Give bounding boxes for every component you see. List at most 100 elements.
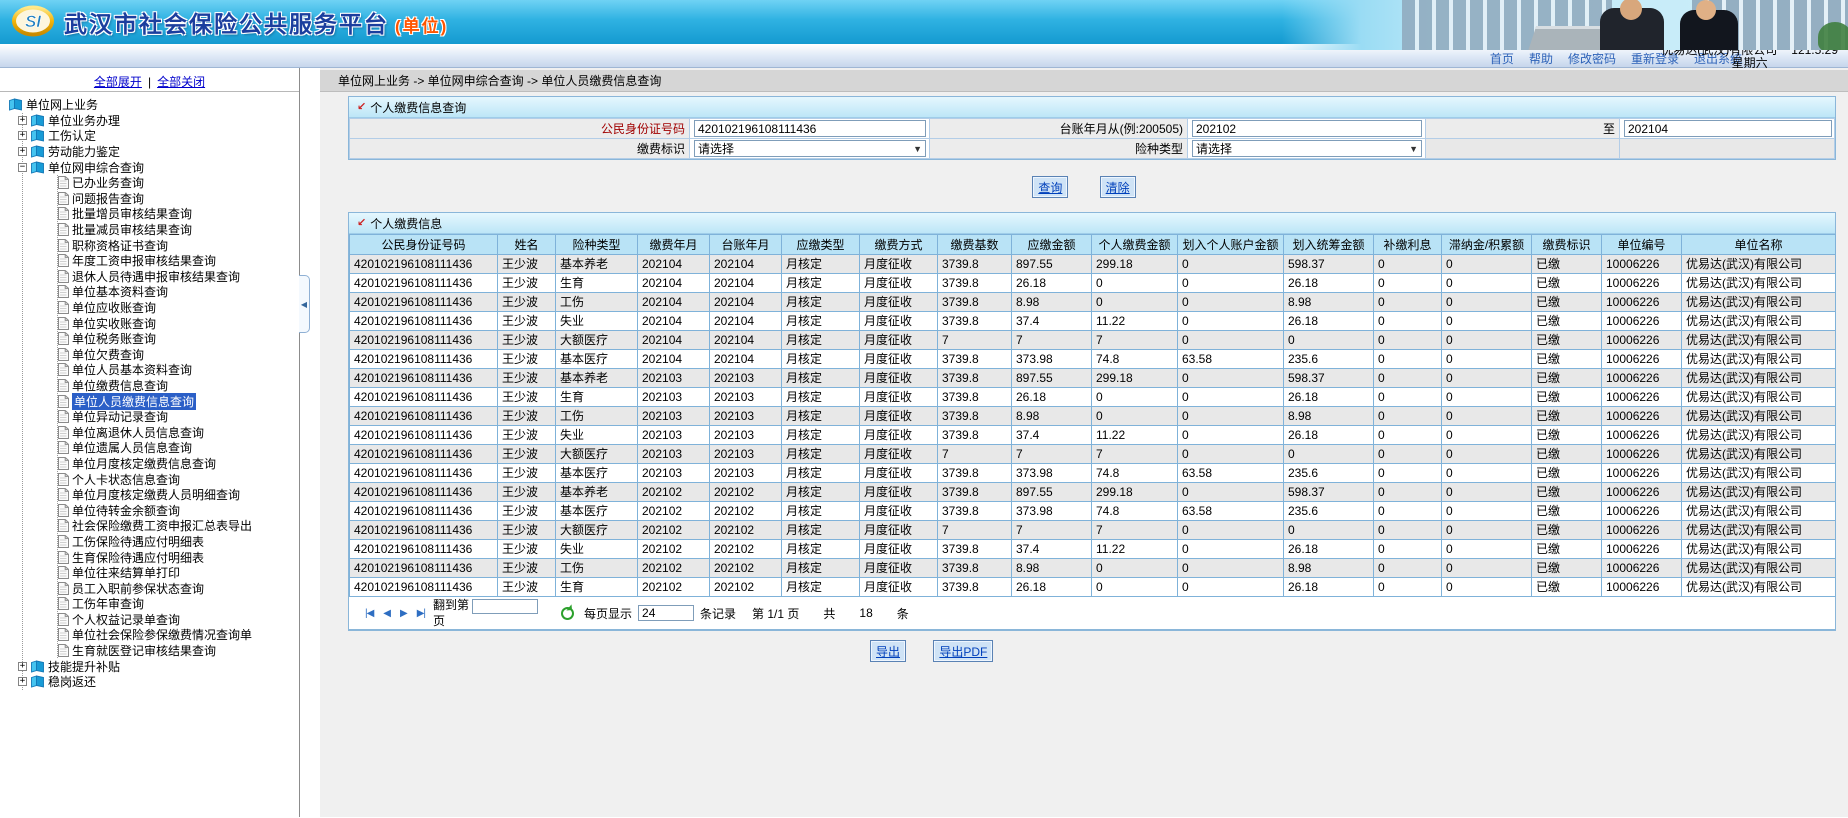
table-cell: 0 xyxy=(1442,388,1532,407)
query-section-header: ↙ 个人缴费信息查询 xyxy=(349,97,1835,118)
table-cell: 420102196108111436 xyxy=(350,331,498,350)
first-page-icon[interactable]: |◀ xyxy=(363,608,375,619)
export-pdf-button[interactable]: 导出PDF xyxy=(933,640,993,662)
table-cell: 26.18 xyxy=(1284,274,1374,293)
table-cell: 已缴 xyxy=(1532,578,1602,597)
next-page-icon[interactable]: ▶ xyxy=(398,608,409,619)
tree-leaf[interactable]: 单位税务账查询 xyxy=(72,330,156,347)
tree-leaf[interactable]: 工伤年审查询 xyxy=(72,595,144,612)
export-button[interactable]: 导出 xyxy=(870,640,906,662)
tree-leaf[interactable]: 批量减员审核结果查询 xyxy=(72,221,192,238)
go-refresh-icon[interactable] xyxy=(561,607,574,620)
tree-leaf[interactable]: 员工入职前参保状态查询 xyxy=(72,580,204,597)
nav-change-password-link[interactable]: 修改密码 xyxy=(1568,50,1616,67)
document-icon xyxy=(58,644,69,657)
expand-node-icon[interactable]: + xyxy=(18,116,27,125)
tree-leaf[interactable]: 单位离退休人员信息查询 xyxy=(72,424,204,441)
column-header: 缴费标识 xyxy=(1532,235,1602,255)
tree-root[interactable]: 单位网上业务 xyxy=(26,96,98,113)
tree-leaf[interactable]: 单位月度核定缴费信息查询 xyxy=(72,455,216,472)
collapse-node-icon[interactable]: − xyxy=(18,163,27,172)
table-cell: 王少波 xyxy=(498,407,556,426)
table-cell: 0 xyxy=(1442,578,1532,597)
table-cell: 生育 xyxy=(556,578,638,597)
prev-page-icon[interactable]: ◀ xyxy=(381,608,392,619)
tree-leaf[interactable]: 单位缴费信息查询 xyxy=(72,377,168,394)
tree-leaf[interactable]: 单位应收账查询 xyxy=(72,299,156,316)
expand-all-link[interactable]: 全部展开 xyxy=(94,75,142,89)
nav-help-link[interactable]: 帮助 xyxy=(1529,50,1553,67)
expand-node-icon[interactable]: + xyxy=(18,662,27,671)
tree-leaf[interactable]: 单位遗属人员信息查询 xyxy=(72,439,192,456)
tree-leaf[interactable]: 单位月度核定缴费人员明细查询 xyxy=(72,486,240,503)
table-row: 420102196108111436王少波生育202103202103月核定月度… xyxy=(350,388,1836,407)
ledger-month-to-input[interactable] xyxy=(1624,120,1832,137)
tree-leaf[interactable]: 个人权益记录单查询 xyxy=(72,611,180,628)
app-header: SI 武汉市社会保险公共服务平台(单位) xyxy=(0,0,1848,44)
tree-leaf[interactable]: 已办业务查询 xyxy=(72,174,144,191)
tree-leaf[interactable]: 单位社会保险参保缴费情况查询单 xyxy=(72,626,252,643)
pay-flag-select[interactable]: 请选择▼ xyxy=(694,140,926,157)
tree-folder[interactable]: 劳动能力鉴定 xyxy=(48,143,120,160)
tree-leaf-selected[interactable]: 单位人员缴费信息查询 xyxy=(72,393,196,410)
table-cell: 0 xyxy=(1178,255,1284,274)
per-page-suffix: 条记录 xyxy=(700,605,736,622)
table-cell: 202102 xyxy=(638,559,710,578)
tree-leaf[interactable]: 单位往来结算单打印 xyxy=(72,564,180,581)
table-cell: 0 xyxy=(1442,426,1532,445)
tree-folder[interactable]: 工伤认定 xyxy=(48,127,96,144)
table-cell: 3739.8 xyxy=(938,369,1012,388)
sidebar-collapse-handle[interactable]: ◀ xyxy=(299,275,310,333)
clear-button[interactable]: 清除 xyxy=(1100,176,1136,198)
per-page-input[interactable] xyxy=(638,605,694,621)
tree-folder[interactable]: 技能提升补贴 xyxy=(48,658,120,675)
goto-page-input[interactable] xyxy=(472,599,538,614)
tree-leaf[interactable]: 问题报告查询 xyxy=(72,190,144,207)
tree-leaf[interactable]: 社会保险缴费工资申报汇总表导出 xyxy=(72,517,252,534)
tree-leaf[interactable]: 单位实收账查询 xyxy=(72,315,156,332)
insurance-type-select[interactable]: 请选择▼ xyxy=(1192,140,1422,157)
tree-leaf[interactable]: 单位异动记录查询 xyxy=(72,408,168,425)
nav-home-link[interactable]: 首页 xyxy=(1490,50,1514,67)
tree-leaf[interactable]: 生育就医登记审核结果查询 xyxy=(72,642,216,659)
tree-leaf[interactable]: 生育保险待遇应付明细表 xyxy=(72,549,204,566)
tree-leaf[interactable]: 工伤保险待遇应付明细表 xyxy=(72,533,204,550)
tree-folder[interactable]: 单位网申综合查询 xyxy=(48,159,144,176)
table-cell: 0 xyxy=(1374,255,1442,274)
tree-leaf[interactable]: 批量增员审核结果查询 xyxy=(72,205,192,222)
tree-leaf[interactable]: 年度工资申报审核结果查询 xyxy=(72,252,216,269)
document-icon xyxy=(58,348,69,361)
table-cell: 202103 xyxy=(638,464,710,483)
id-number-input[interactable] xyxy=(694,120,926,137)
table-cell: 0 xyxy=(1374,483,1442,502)
ledger-month-from-input[interactable] xyxy=(1192,120,1422,137)
expand-node-icon[interactable]: + xyxy=(18,147,27,156)
tree-leaf[interactable]: 职称资格证书查询 xyxy=(72,237,168,254)
tree-folder[interactable]: 单位业务办理 xyxy=(48,112,120,129)
last-page-icon[interactable]: ▶| xyxy=(415,608,427,619)
tree-leaf[interactable]: 单位欠费查询 xyxy=(72,346,144,363)
document-icon xyxy=(58,239,69,252)
tree-leaf[interactable]: 退休人员待遇申报审核结果查询 xyxy=(72,268,240,285)
folder-icon xyxy=(30,161,45,174)
table-cell: 202103 xyxy=(638,407,710,426)
table-cell: 420102196108111436 xyxy=(350,464,498,483)
goto-page-suffix: 页 xyxy=(433,614,445,628)
table-cell: 月核定 xyxy=(782,426,860,445)
expand-node-icon[interactable]: + xyxy=(18,677,27,686)
query-button[interactable]: 查询 xyxy=(1032,176,1068,198)
collapse-all-link[interactable]: 全部关闭 xyxy=(157,75,205,89)
tree-leaf[interactable]: 个人卡状态信息查询 xyxy=(72,471,180,488)
tree-leaf[interactable]: 单位人员基本资料查询 xyxy=(72,361,192,378)
table-cell: 月度征收 xyxy=(860,350,938,369)
tree-leaf[interactable]: 单位待转金余额查询 xyxy=(72,502,180,519)
table-cell: 优易达(武汉)有限公司 xyxy=(1682,464,1836,483)
document-icon xyxy=(58,363,69,376)
folder-icon xyxy=(30,660,45,673)
tree-leaf[interactable]: 单位基本资料查询 xyxy=(72,283,168,300)
tree-folder[interactable]: 稳岗返还 xyxy=(48,673,96,690)
expand-node-icon[interactable]: + xyxy=(18,131,27,140)
table-cell: 月度征收 xyxy=(860,426,938,445)
table-cell: 已缴 xyxy=(1532,521,1602,540)
document-icon xyxy=(58,566,69,579)
